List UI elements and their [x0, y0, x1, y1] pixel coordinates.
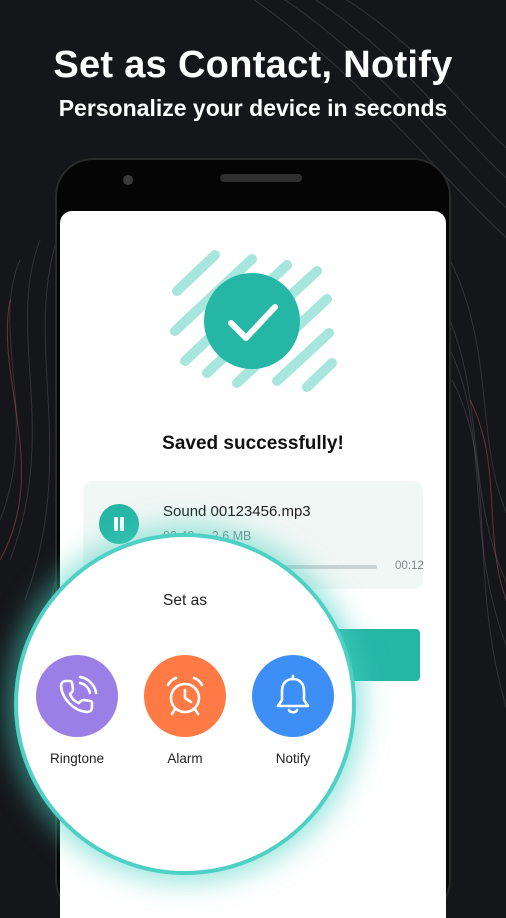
headline: Set as Contact, Notify [53, 44, 453, 86]
bell-icon [276, 674, 310, 714]
saved-success-title: Saved successfully! [162, 433, 344, 454]
pause-button[interactable] [99, 504, 139, 544]
set-as-popup: Set as Ringtone Alarm Notify [14, 533, 356, 875]
set-as-title: Set as [163, 592, 207, 609]
ringtone-icon-circle [36, 655, 118, 737]
alarm-label: Alarm [167, 751, 203, 766]
notify-label: Notify [275, 751, 311, 766]
earpiece-speaker [220, 174, 302, 182]
notify-icon-circle [252, 655, 334, 737]
alarm-icon-circle [144, 655, 226, 737]
notify-option[interactable]: Notify [248, 655, 338, 766]
success-check-icon [170, 250, 337, 392]
ringtone-option[interactable]: Ringtone [32, 655, 122, 766]
audio-total-time: 00:12 [395, 560, 424, 572]
front-camera [123, 175, 133, 185]
alarm-option[interactable]: Alarm [140, 655, 230, 766]
ringtone-label: Ringtone [49, 751, 105, 766]
phone-ringing-icon [59, 675, 98, 714]
subheadline: Personalize your device in seconds [58, 95, 448, 121]
alarm-clock-icon [166, 676, 204, 716]
audio-file-name: Sound 00123456.mp3 [163, 503, 311, 520]
